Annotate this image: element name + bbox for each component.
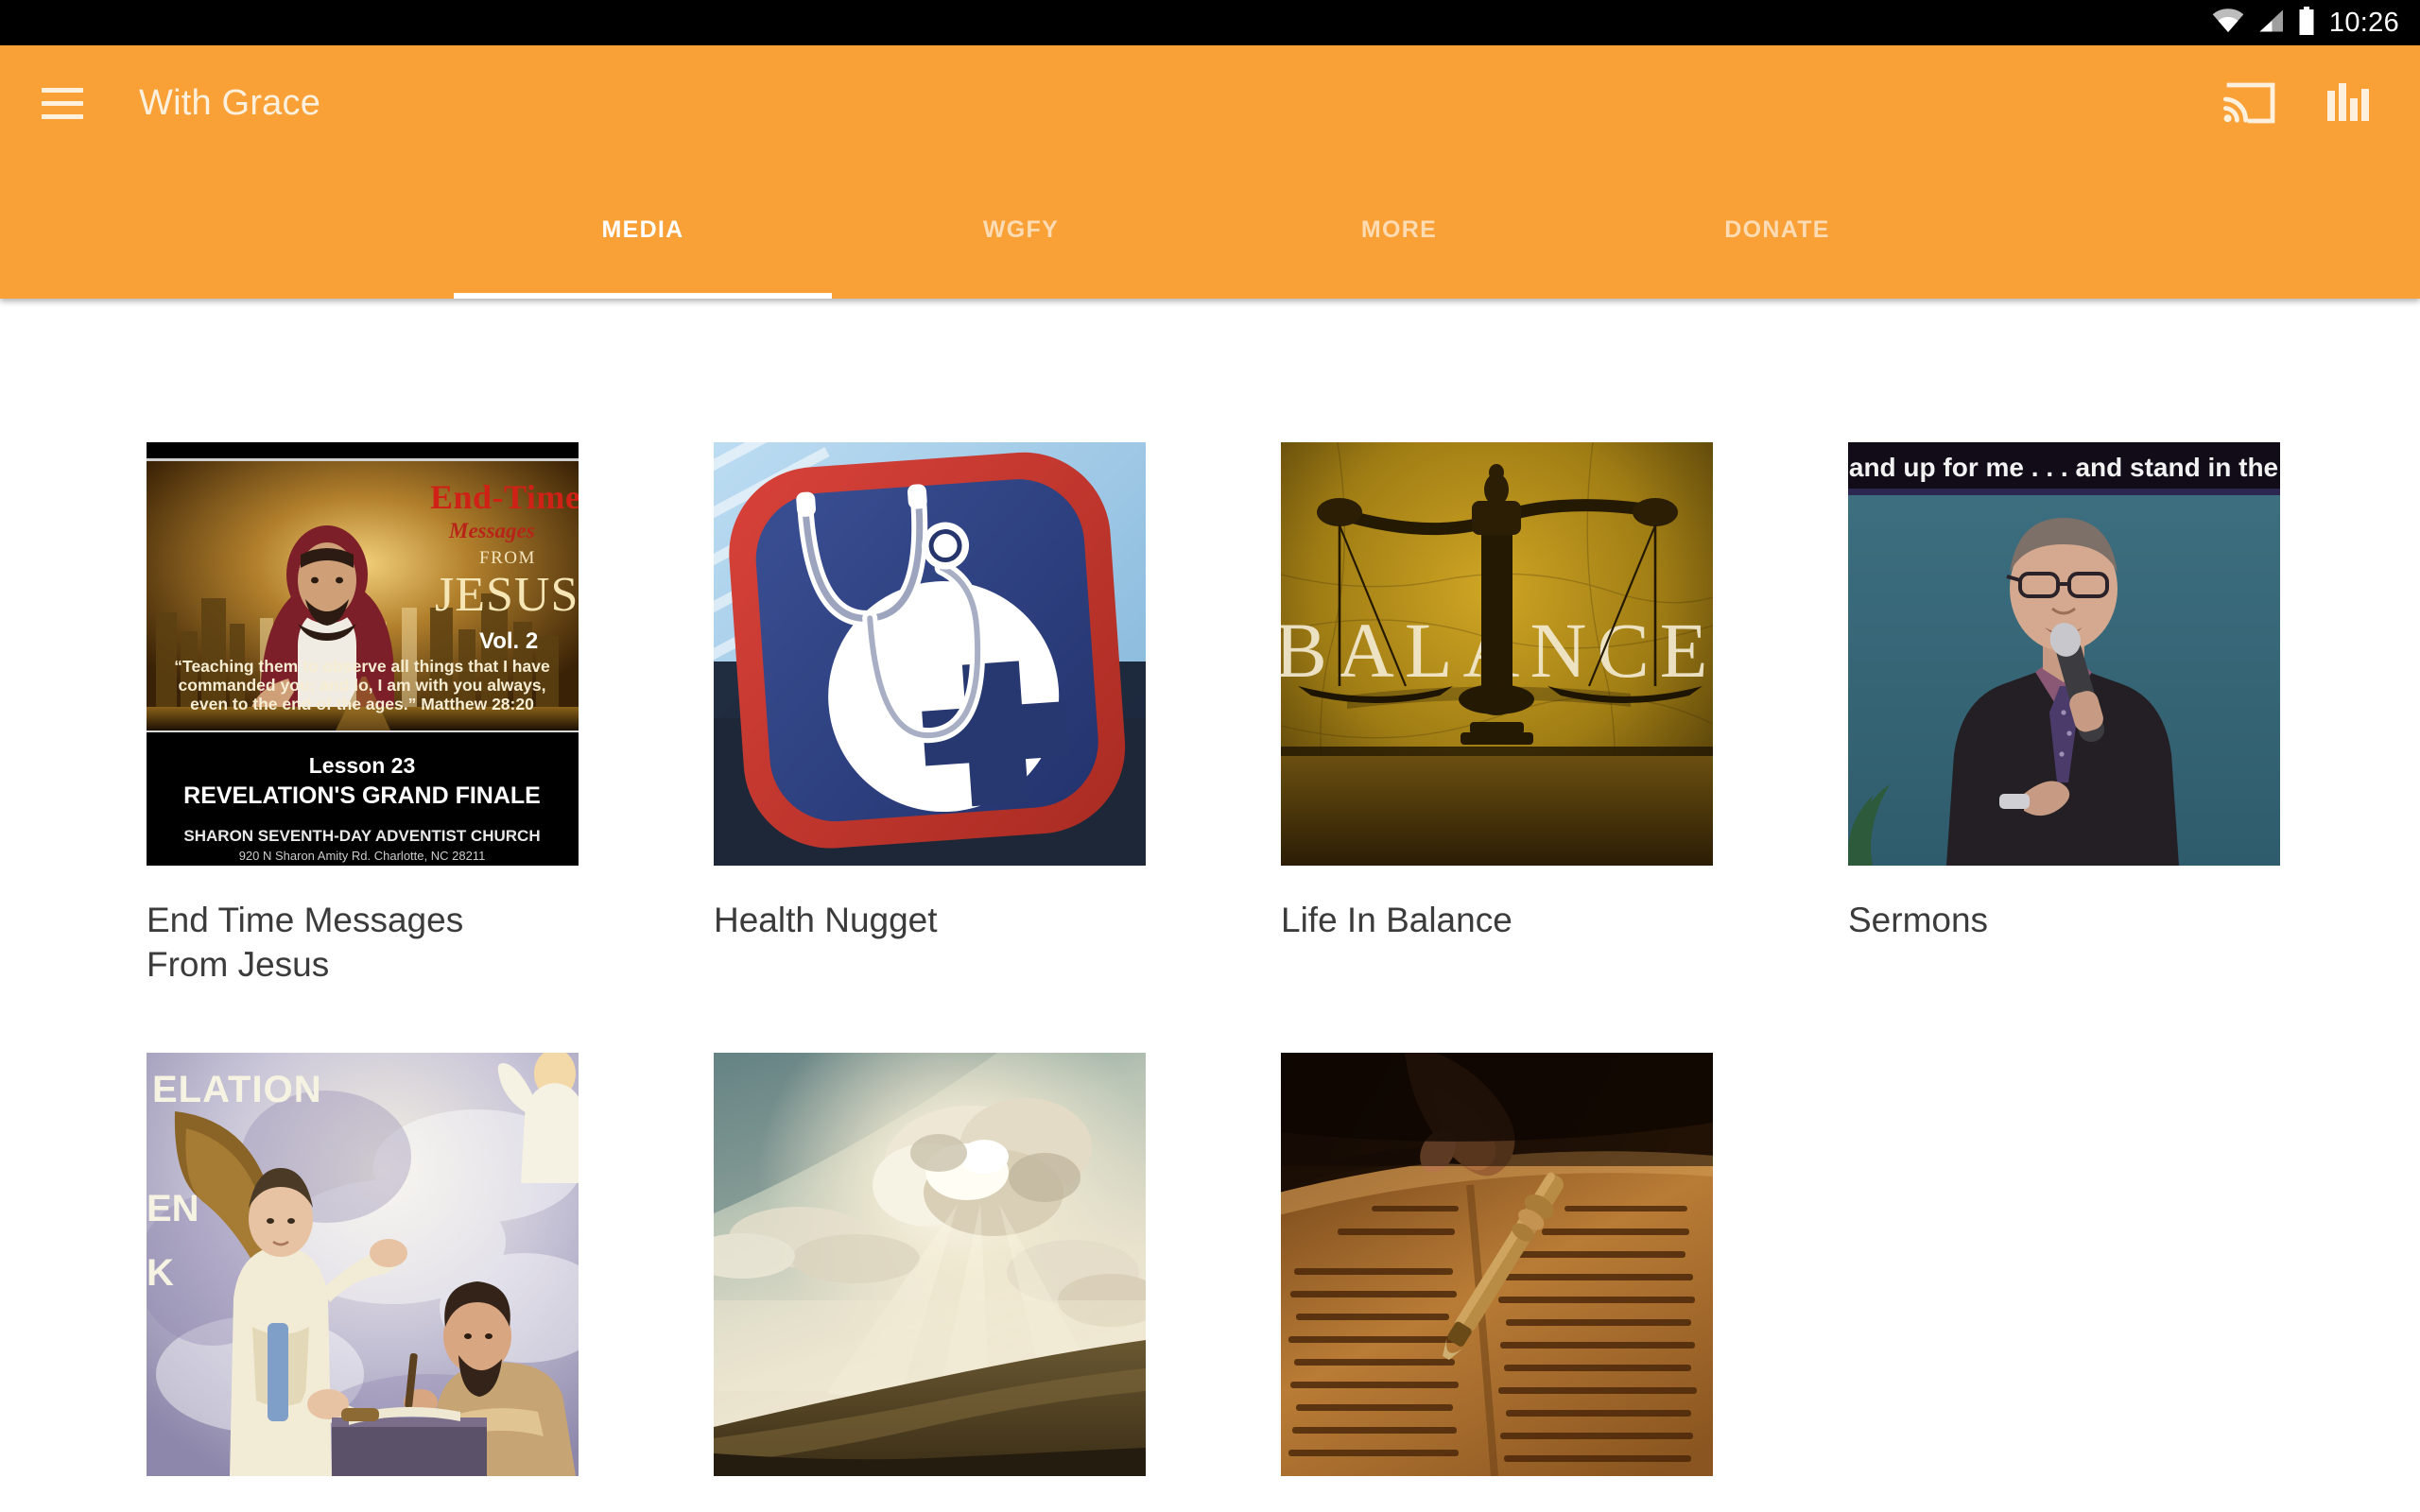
media-card[interactable]: Health Nugget [714,442,1146,987]
status-bar: 10:26 [0,0,2420,45]
tab-active-indicator [1588,293,1966,299]
media-card[interactable] [714,1053,1146,1509]
equalizer-icon[interactable] [2325,81,2371,125]
media-card[interactable]: End-Time Messages FROM JESUS Vol. 2 “Tea… [147,442,579,987]
hamburger-bar [42,113,83,119]
svg-text:Messages: Messages [448,519,535,542]
svg-text:ELATION: ELATION [152,1069,322,1110]
revelation-angel-and-john-painting: ELATION EN K [147,1053,579,1477]
status-bar-clock: 10:26 [2328,7,2399,38]
battery-icon [2297,6,2316,40]
hamburger-bar [42,100,83,106]
tab-label: WGFY [982,215,1060,243]
tab-media[interactable]: MEDIA [454,161,832,299]
cast-icon[interactable] [2223,79,2276,127]
media-content-area: End-Time Messages FROM JESUS Vol. 2 “Tea… [0,299,2420,1512]
tab-donate[interactable]: DONATE [1588,161,1966,299]
svg-text:“Teaching them to observe all: “Teaching them to observe all things tha… [174,657,550,676]
hamburger-bar [42,87,83,93]
tab-label: MORE [1360,215,1438,243]
wifi-icon [2212,8,2244,38]
svg-text:K: K [147,1252,174,1294]
media-grid: End-Time Messages FROM JESUS Vol. 2 “Tea… [0,442,2420,1509]
app-bar: With Grace MEDIA WGFY MORE DONATE [0,45,2420,299]
media-card-title: Sermons [1848,901,1989,939]
svg-text:SHARON SEVENTH-DAY ADVENTIST C: SHARON SEVENTH-DAY ADVENTIST CHURCH [183,827,540,845]
svg-text:REVELATION'S GRAND FINALE: REVELATION'S GRAND FINALE [183,782,541,809]
tab-active-indicator [1210,293,1588,299]
app-bar-top-row: With Grace [0,45,2420,161]
tab-wgfy[interactable]: WGFY [832,161,1210,299]
svg-text:JESUS: JESUS [435,568,579,622]
svg-text:FROM: FROM [479,548,536,568]
svg-text:commanded you; and lo, I am wi: commanded you; and lo, I am with you alw… [179,676,546,695]
svg-text:and up for me . . . and stand: and up for me . . . and stand in the [1849,453,2278,482]
media-card[interactable]: BALANCE [1281,442,1713,987]
end-time-messages-dvd-cover: End-Time Messages FROM JESUS Vol. 2 “Tea… [147,442,579,866]
media-card-title: Health Nugget [714,901,938,939]
svg-text:Vol. 2: Vol. 2 [479,628,538,654]
media-card[interactable]: ELATION EN K [147,1053,579,1509]
svg-text:920 N Sharon Amity Rd. Charlot: 920 N Sharon Amity Rd. Charlotte, NC 282… [239,849,486,863]
svg-text:End-Time: End-Time [430,478,579,516]
media-card-title: Life In Balance [1281,901,1512,939]
torah-scroll-with-yad-pointer-photo [1281,1053,1713,1477]
tab-more[interactable]: MORE [1210,161,1588,299]
cellular-signal-icon [2256,9,2285,38]
page-title: With Grace [139,82,321,123]
hamburger-menu-icon[interactable] [42,84,89,122]
balance-scales-photo: BALANCE [1281,442,1713,866]
preacher-with-microphone-photo: and up for me . . . and stand in the [1848,442,2280,866]
sunlit-clouds-over-hills-photo [714,1053,1146,1477]
svg-text:Lesson 23: Lesson 23 [309,753,416,778]
media-card[interactable]: and up for me . . . and stand in the Ser… [1848,442,2280,987]
tab-label: DONATE [1724,215,1830,243]
tab-active-indicator [832,293,1210,299]
svg-text:even to the end of the ages.”: even to the end of the ages.” Matthew 28… [190,695,534,713]
svg-text:EN: EN [147,1188,199,1229]
tab-label: MEDIA [601,215,684,243]
tab-bar: MEDIA WGFY MORE DONATE [0,161,2420,299]
media-card[interactable] [1281,1053,1713,1509]
health-nugget-stethoscope-logo [714,442,1146,866]
app-bar-actions [2223,79,2388,127]
media-card-title: End Time Messages From Jesus [147,901,464,984]
tab-active-indicator [454,293,832,299]
status-bar-icons [2212,6,2316,40]
